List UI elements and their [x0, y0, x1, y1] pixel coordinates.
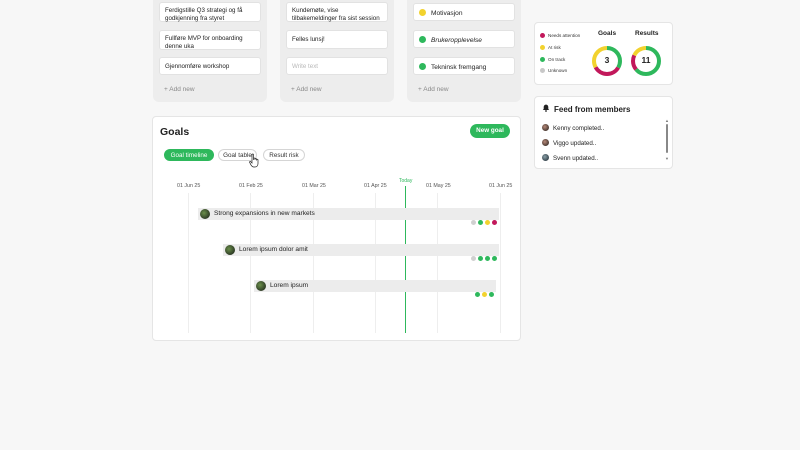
legend-dot-icon [540, 45, 545, 50]
goal-timeline: 01 Jun 25 01 Feb 25 01 Mar 25 01 Apr 25 … [153, 177, 522, 342]
legend-label: At risk [548, 45, 561, 50]
goal-bar-label: Strong expansions in new markets [214, 210, 315, 217]
goals-ring-title: Goals [598, 30, 617, 37]
goal-bar[interactable]: Lorem ipsum dolor amit [223, 244, 499, 261]
goal-status-dots [469, 248, 497, 261]
timeline-month-label: 01 Jun 25 [177, 183, 201, 189]
status-dot-icon [478, 256, 483, 261]
timeline-month-label: 01 Feb 25 [239, 183, 263, 189]
task-card[interactable]: Fullføre MVP for onboarding denne uka [159, 30, 261, 50]
status-dot-icon [485, 220, 490, 225]
board-column-1: Ferdigstille Q3 strategi og få godkjenni… [153, 0, 267, 102]
timeline-month-label: 01 May 25 [426, 183, 451, 189]
results-ring-title: Results [635, 30, 659, 37]
status-dot-icon [492, 256, 497, 261]
legend-dot-icon [540, 57, 545, 62]
legend-label: Needs attention [548, 33, 581, 38]
new-goal-button[interactable]: New goal [470, 124, 510, 138]
avatar [200, 209, 210, 219]
board-column-3: Motivasjon Brukeropplevelse Tekninsk fre… [407, 0, 521, 102]
status-dot-icon [419, 9, 426, 16]
status-dot-icon [482, 292, 487, 297]
add-new-link[interactable]: + Add new [291, 86, 322, 93]
goal-bar-label: Lorem ipsum dolor amit [239, 246, 308, 253]
scroll-up-icon[interactable]: ▲ [665, 118, 669, 123]
legend-item: Unknown [540, 68, 567, 73]
task-card[interactable]: Kundemøte, vise tilbakemeldinger fra sis… [286, 2, 388, 22]
feed-title: Feed from members [542, 104, 630, 114]
avatar [542, 139, 549, 146]
feed-item-text: Viggo updated.. [553, 140, 597, 147]
status-dot-icon [489, 292, 494, 297]
status-dot-icon [492, 220, 497, 225]
avatar [542, 154, 549, 161]
tab-result-risk[interactable]: Result risk [263, 149, 305, 161]
goal-status-dots [473, 284, 494, 297]
status-dot-icon [471, 256, 476, 261]
legend-item: At risk [540, 45, 561, 50]
task-card[interactable]: Ferdigstille Q3 strategi og få godkjenni… [159, 2, 261, 22]
feed-item-text: Svenn updated.. [553, 155, 599, 162]
avatar [542, 124, 549, 131]
add-new-link[interactable]: + Add new [164, 86, 195, 93]
legend-label: On track [548, 57, 566, 62]
feed-item-text: Kenny completed.. [553, 125, 605, 132]
task-card[interactable]: Gjennomføre workshop [159, 57, 261, 75]
task-card[interactable]: Felles lunsj! [286, 30, 388, 49]
status-card[interactable]: Tekninsk fremgang [413, 57, 515, 75]
board-column-2: Kundemøte, vise tilbakemeldinger fra sis… [280, 0, 394, 102]
timeline-gridline [500, 193, 501, 333]
legend-label: Unknown [548, 68, 568, 73]
avatar [256, 281, 266, 291]
goal-bar[interactable]: Lorem ipsum [254, 280, 496, 297]
legend-item: Needs attention [540, 33, 580, 38]
timeline-month-label: 01 Mar 25 [302, 183, 326, 189]
timeline-gridline [188, 193, 189, 333]
legend-item: On track [540, 57, 565, 62]
status-dot-icon [471, 220, 476, 225]
bell-icon [542, 104, 550, 112]
page: Ferdigstille Q3 strategi og få godkjenni… [0, 0, 800, 450]
feed-item[interactable]: Kenny completed.. [542, 124, 604, 132]
status-dot-icon [419, 36, 426, 43]
legend-dot-icon [540, 33, 545, 38]
avatar [225, 245, 235, 255]
member-feed-panel: Feed from members Kenny completed.. Vigg… [534, 96, 673, 169]
status-card-label: Motivasjon [431, 10, 463, 17]
status-card[interactable]: Brukeropplevelse [413, 30, 515, 48]
feed-title-text: Feed from members [554, 105, 631, 114]
status-dot-icon [485, 256, 490, 261]
results-count: 11 [641, 55, 651, 65]
legend-dot-icon [540, 68, 545, 73]
status-summary-panel: Needs attention At risk On track Unknown… [534, 22, 673, 85]
goal-bar-label: Lorem ipsum [270, 282, 309, 289]
timeline-month-label: 01 Jun 25 [489, 183, 513, 189]
today-label: Today [399, 178, 413, 184]
status-dot-icon [478, 220, 483, 225]
hand-cursor-icon [249, 153, 259, 168]
feed-item[interactable]: Viggo updated.. [542, 139, 596, 147]
feed-item[interactable]: Svenn updated.. [542, 154, 598, 162]
goals-count: 3 [604, 55, 610, 65]
status-dot-icon [419, 63, 426, 70]
goals-title: Goals [160, 126, 190, 138]
status-card[interactable]: Motivasjon [413, 3, 515, 21]
goal-status-dots [469, 212, 497, 225]
status-card-label: Brukeropplevelse [431, 37, 482, 44]
add-new-link[interactable]: + Add new [418, 86, 449, 93]
goals-panel: Goals New goal Goal timeline Goal table … [152, 116, 521, 341]
feed-scrollbar[interactable] [666, 124, 668, 153]
status-card-label: Tekninsk fremgang [431, 64, 487, 71]
timeline-month-label: 01 Apr 25 [364, 183, 387, 189]
new-card-input[interactable]: Write text [286, 57, 388, 75]
goal-bar[interactable]: Strong expansions in new markets [198, 208, 499, 225]
status-dot-icon [475, 292, 480, 297]
tab-goal-timeline[interactable]: Goal timeline [164, 149, 214, 161]
scroll-down-icon[interactable]: ▼ [665, 156, 669, 161]
